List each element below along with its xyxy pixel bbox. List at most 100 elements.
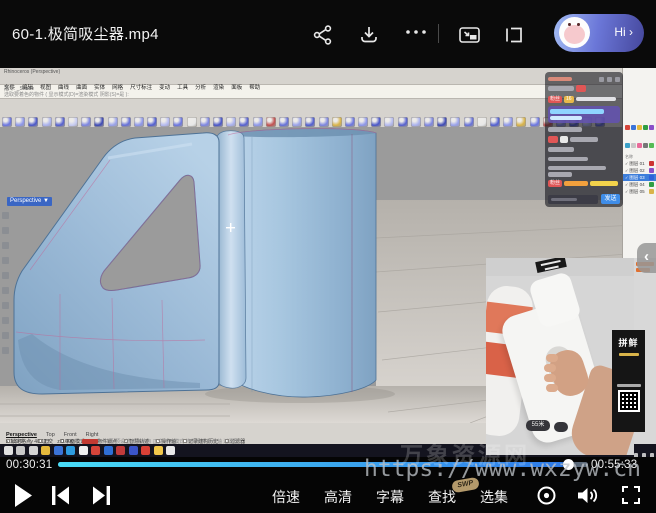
finger [544,364,556,372]
chat-badge [560,136,568,143]
toolbar-icon [384,117,394,127]
layer-color-swatch [649,161,654,166]
chat-message [548,106,620,123]
play-button[interactable] [14,484,33,512]
toolbar-icon [200,117,210,127]
toolbar-icon [253,117,263,127]
toolbar-icon [68,117,78,127]
toolbar-icon [173,117,183,127]
model-cap-strip [216,131,246,388]
chat-message [548,85,620,92]
toolbar-icon [477,117,487,127]
toolbar-icon [160,117,170,127]
chat-text-input [548,195,598,204]
taskbar-icon [66,446,75,455]
playlist-button[interactable]: 选集 [480,487,508,507]
toolbar-icon [437,117,447,127]
layers-panel-rows: ✓图层 01✓图层 02✓图层 03✓图层 04✓图层 05 [623,160,656,195]
toolbar-icon [187,117,197,127]
layer-color-swatch [649,175,654,180]
menu-item: 渲染 [213,83,224,91]
chat-badge: 16 [564,96,574,103]
share-icon[interactable] [312,24,334,46]
search-button[interactable]: 查找 [428,487,456,507]
chat-text-bar [550,116,582,121]
menu-item: 网格 [112,83,123,91]
menu-item: 变动 [159,83,170,91]
toolbar-icon [2,117,12,127]
hi-label: Hi › [614,25,633,39]
toolbar-icon [345,117,355,127]
toolbar-icon [81,117,91,127]
carousel-prev-button[interactable]: ‹ [637,243,656,273]
toolbar-icon [450,117,460,127]
taskbar-icon [166,446,175,455]
theater-mode-icon[interactable] [503,24,525,46]
chat-text-bar [576,97,616,102]
toolbar-icon [464,117,474,127]
volume-icon[interactable] [576,485,599,511]
chat-input-row: 发送 [548,194,620,204]
taskbar-icon [91,446,100,455]
taskbar-icon [41,446,50,455]
toolbar-icon [503,117,513,127]
chat-text-bar [548,86,574,91]
menu-item: 帮助 [249,83,260,91]
toolbar-icon [424,117,434,127]
chat-message: 粉丝 [548,180,620,187]
speed-button[interactable]: 倍速 [272,487,300,507]
layer-row: ✓图层 02 [623,167,656,174]
qr-code [618,390,640,412]
menu-item: 工具 [177,83,188,91]
mouse-cursor [226,223,235,232]
loop-target-icon[interactable] [536,485,557,511]
qr-caption-bar [617,384,641,387]
taskbar-icon [16,446,25,455]
fullscreen-icon[interactable] [622,486,640,509]
chat-header-title-bar [548,77,572,81]
next-episode-button[interactable] [92,486,110,510]
chat-text-bar [548,166,606,171]
menu-item: 面板 [231,83,242,91]
toolbar-icon [226,117,236,127]
toolbar-icon [266,117,276,127]
chat-send-button: 发送 [601,194,620,204]
chat-text-bar [548,172,572,177]
download-icon[interactable] [358,24,380,46]
toolbar-icon [42,117,52,127]
chat-message [548,136,620,143]
chat-text-bar [548,147,574,152]
chat-message [548,147,620,153]
toolbar-icon [239,117,249,127]
chat-text-bar [590,181,618,186]
chat-header [548,75,620,83]
toolbar-icon [530,117,540,127]
toolbar-icon [516,117,526,127]
chat-close-icon [615,77,620,82]
account-avatar-pill[interactable]: Hi › [554,14,644,52]
toolbar-icon [121,117,131,127]
taskbar-icon [154,446,163,455]
left-dock-toolbar [2,212,12,362]
distance-chip: 55米 [526,420,550,431]
chat-minimize-icon [599,77,604,82]
chat-badge: 粉丝 [548,180,562,187]
menu-item: 曲线 [58,83,69,91]
player-top-bar: 60-1.极简吸尘器.mp4 [0,0,656,68]
menu-item: 实体 [94,83,105,91]
picture-in-picture-icon[interactable] [458,24,480,46]
toolbar-icon [134,117,144,127]
previous-episode-button[interactable] [52,486,70,510]
finger [546,354,558,362]
chat-message [548,127,620,133]
taskbar-icon [116,446,125,455]
chat-badge: 粉丝 [548,96,562,103]
finger [546,384,558,392]
quality-button[interactable]: 高清 [324,487,352,507]
finger [544,374,556,382]
subtitles-button[interactable]: 字幕 [376,487,404,507]
video-player-page: Rhinoceros (Perspective) 文件编辑视图曲线曲面实体网格尺… [0,0,656,513]
more-options-icon[interactable] [404,28,426,50]
layer-row: ✓图层 03 [623,174,656,181]
brand-name: 拼鲜 [612,336,645,349]
